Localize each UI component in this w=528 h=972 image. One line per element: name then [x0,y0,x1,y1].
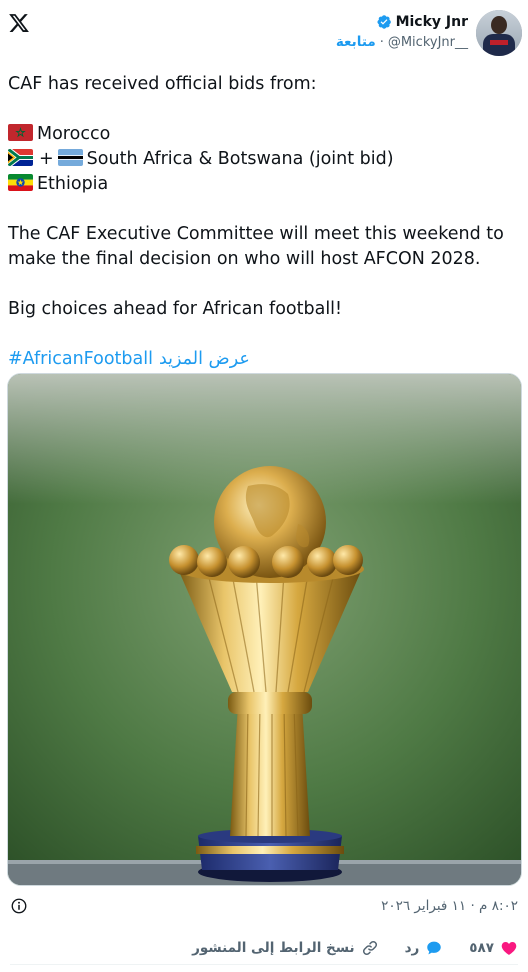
reply-label: رد [404,940,420,956]
tweet-paragraph-2: Big choices ahead for African football! [8,299,343,319]
user-avatar[interactable] [476,10,522,56]
follow-button[interactable]: متابعة [336,34,376,50]
heart-icon [501,942,517,955]
ethiopia-flag-icon [8,174,33,191]
bid-morocco: Morocco [8,122,522,147]
handle-row: متابعة · @MickyJnr__ [336,34,468,50]
bid-south-africa-botswana-label: South Africa & Botswana (joint bid) [86,149,394,169]
like-button[interactable]: ٥٨٧ [469,939,518,957]
bid-ethiopia-label: Ethiopia [37,174,109,194]
hashtag-link[interactable]: #AfricanFootball [8,347,153,372]
author-name[interactable]: Micky Jnr [396,14,468,30]
tweet-text: CAF has received official bids from: Mor… [8,72,522,372]
separator-dot: · [379,34,384,50]
bid-south-africa-botswana: + South Africa & Botswana (joint bid) [8,147,522,172]
x-logo-icon[interactable] [8,12,30,34]
reply-bubble-icon [427,941,442,955]
plus-sign: + [39,149,54,169]
author-text: Micky Jnr متابعة · @MickyJnr__ [336,14,468,50]
copy-link-label: نسخ الرابط إلى المنشور [192,940,355,956]
tweet-timestamp[interactable]: ٨:٠٢ م · ١١ فبراير ٢٠٢٦ [381,898,518,914]
author-block: Micky Jnr متابعة · @MickyJnr__ [336,10,522,60]
show-more-link[interactable]: عرض المزيد [159,347,250,372]
author-name-row: Micky Jnr [336,14,468,30]
botswana-flag-icon [57,149,83,166]
bottom-divider [10,964,518,965]
hashtag-row: #AfricanFootball عرض المزيد [8,347,522,372]
morocco-flag-icon [8,124,33,141]
copy-link-button[interactable]: نسخ الرابط إلى المنشور [192,939,378,957]
info-circle-icon[interactable] [10,897,28,915]
tweet-actions: ٥٨٧ رد نسخ الرابط إلى المنشور [0,936,528,960]
bid-ethiopia: Ethiopia [8,172,522,197]
tweet-paragraph-1: The CAF Executive Committee will meet th… [8,224,504,269]
author-handle[interactable]: @MickyJnr__ [388,35,468,50]
tweet-intro: CAF has received official bids from: [8,74,317,94]
tweet-meta: ٨:٠٢ م · ١١ فبراير ٢٠٢٦ [0,896,528,920]
link-icon [362,940,377,956]
verified-badge-icon [377,15,391,29]
south-africa-flag-icon [8,149,33,166]
reply-button[interactable]: رد [405,939,444,957]
likes-count: ٥٨٧ [469,940,494,956]
bid-morocco-label: Morocco [37,124,111,144]
afcon-trophy-photo[interactable] [7,373,522,886]
